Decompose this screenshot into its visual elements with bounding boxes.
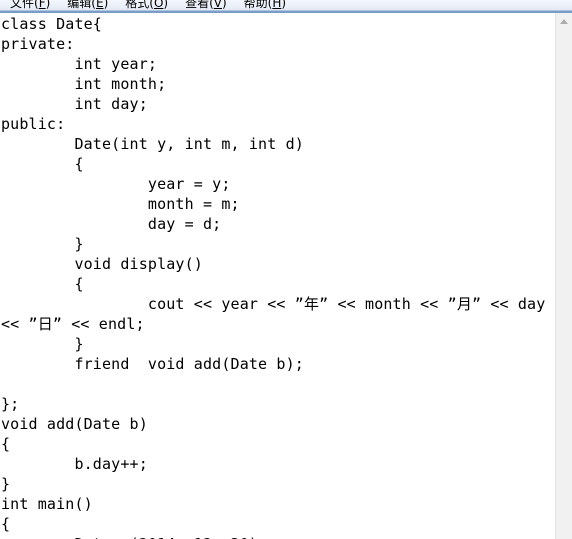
menu-item-file-text: 文件( [10,0,39,10]
code-line: cout << year << ”年” << month << ”月” << d… [1,295,546,313]
code-line: { [1,435,11,453]
code-line: Date(int y, int m, int d) [1,135,304,153]
code-line: } [1,335,84,353]
code-line: } [1,235,84,253]
code-line: int year; [1,55,158,73]
code-line: friend void add(Date b); [1,355,304,373]
code-line: Date a(2014, 12, 30); [1,535,267,539]
code-line: void add(Date b) [1,415,148,433]
code-line: class Date{ [1,15,102,33]
triangle-up-icon [560,19,568,24]
menu-item-format-tail: ) [163,0,169,10]
menu-item-view-mnemonic: V [213,0,222,10]
menu-item-help-tail: ) [281,0,287,10]
code-line: { [1,275,84,293]
menu-item-file-mnemonic: F [38,0,46,10]
menu-item-view-tail: ) [221,0,227,10]
code-line: void display() [1,255,203,273]
code-line: { [1,515,11,533]
code-line: public: [1,115,66,133]
code-line: private: [1,35,75,53]
code-line: day = d; [1,215,222,233]
code-line: year = y; [1,175,231,193]
menu-item-format-mnemonic: O [153,0,164,10]
notepad-window: 文件(F) 编辑(E) 格式(O) 查看(V) 帮助(H) class Date… [0,0,572,539]
menu-item-edit-tail: ) [103,0,109,10]
code-line: int main() [1,495,93,513]
menu-item-view-text: 查看( [185,0,214,10]
code-line: } [1,475,11,493]
menu-item-edit-text: 编辑( [67,0,96,10]
code-line: int day; [1,95,148,113]
scrollbar-track[interactable] [556,30,572,539]
menu-item-edit-mnemonic: E [95,0,104,10]
vertical-scrollbar[interactable] [555,13,572,539]
scroll-up-button[interactable] [556,13,572,30]
code-line: month = m; [1,195,240,213]
menu-item-help-text: 帮助( [243,0,273,10]
code-line: }; [1,395,20,413]
code-line: b.day++; [1,455,148,473]
code-line: { [1,155,84,173]
menu-item-format-text: 格式( [125,0,154,10]
text-editor-area[interactable]: class Date{ private: int year; int month… [0,13,555,539]
code-text[interactable]: class Date{ private: int year; int month… [0,13,555,539]
code-line: int month; [1,75,167,93]
menu-item-file-tail: ) [45,0,51,10]
code-line: << ”日” << endl; [1,315,145,333]
